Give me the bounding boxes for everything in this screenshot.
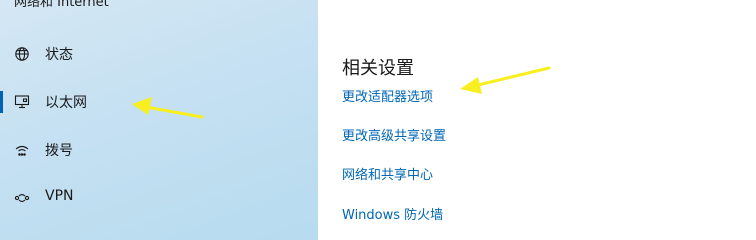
sidebar: 网络和 Internet 状态 以太网 拨号 VPN (0, 0, 318, 240)
sidebar-item-status[interactable]: 状态 (0, 34, 318, 74)
content-pane: 相关设置 更改适配器选项 更改高级共享设置 网络和共享中心 Windows 防火… (318, 0, 756, 240)
sidebar-item-label: 以太网 (45, 95, 87, 111)
sidebar-item-label: 状态 (45, 47, 73, 63)
dialup-icon (14, 142, 30, 158)
sidebar-item-dialup[interactable]: 拨号 (0, 130, 318, 170)
sidebar-heading: 网络和 Internet (14, 0, 109, 10)
selection-indicator (0, 91, 3, 113)
change-adapter-options-link[interactable]: 更改适配器选项 (342, 86, 433, 105)
sidebar-item-ethernet[interactable]: 以太网 (0, 82, 318, 122)
sidebar-item-label: VPN (45, 188, 74, 204)
advanced-sharing-settings-link[interactable]: 更改高级共享设置 (342, 125, 446, 144)
ethernet-icon (14, 94, 30, 110)
sidebar-item-label: 拨号 (45, 143, 73, 159)
network-sharing-center-link[interactable]: 网络和共享中心 (342, 164, 433, 183)
vpn-icon (14, 190, 30, 206)
related-settings-title: 相关设置 (342, 58, 414, 79)
globe-icon (14, 46, 30, 62)
settings-window: 网络和 Internet 状态 以太网 拨号 VPN 相关设置 更改适配器选项 … (0, 0, 756, 240)
sidebar-item-vpn[interactable]: VPN (0, 178, 318, 218)
windows-firewall-link[interactable]: Windows 防火墙 (342, 204, 443, 223)
